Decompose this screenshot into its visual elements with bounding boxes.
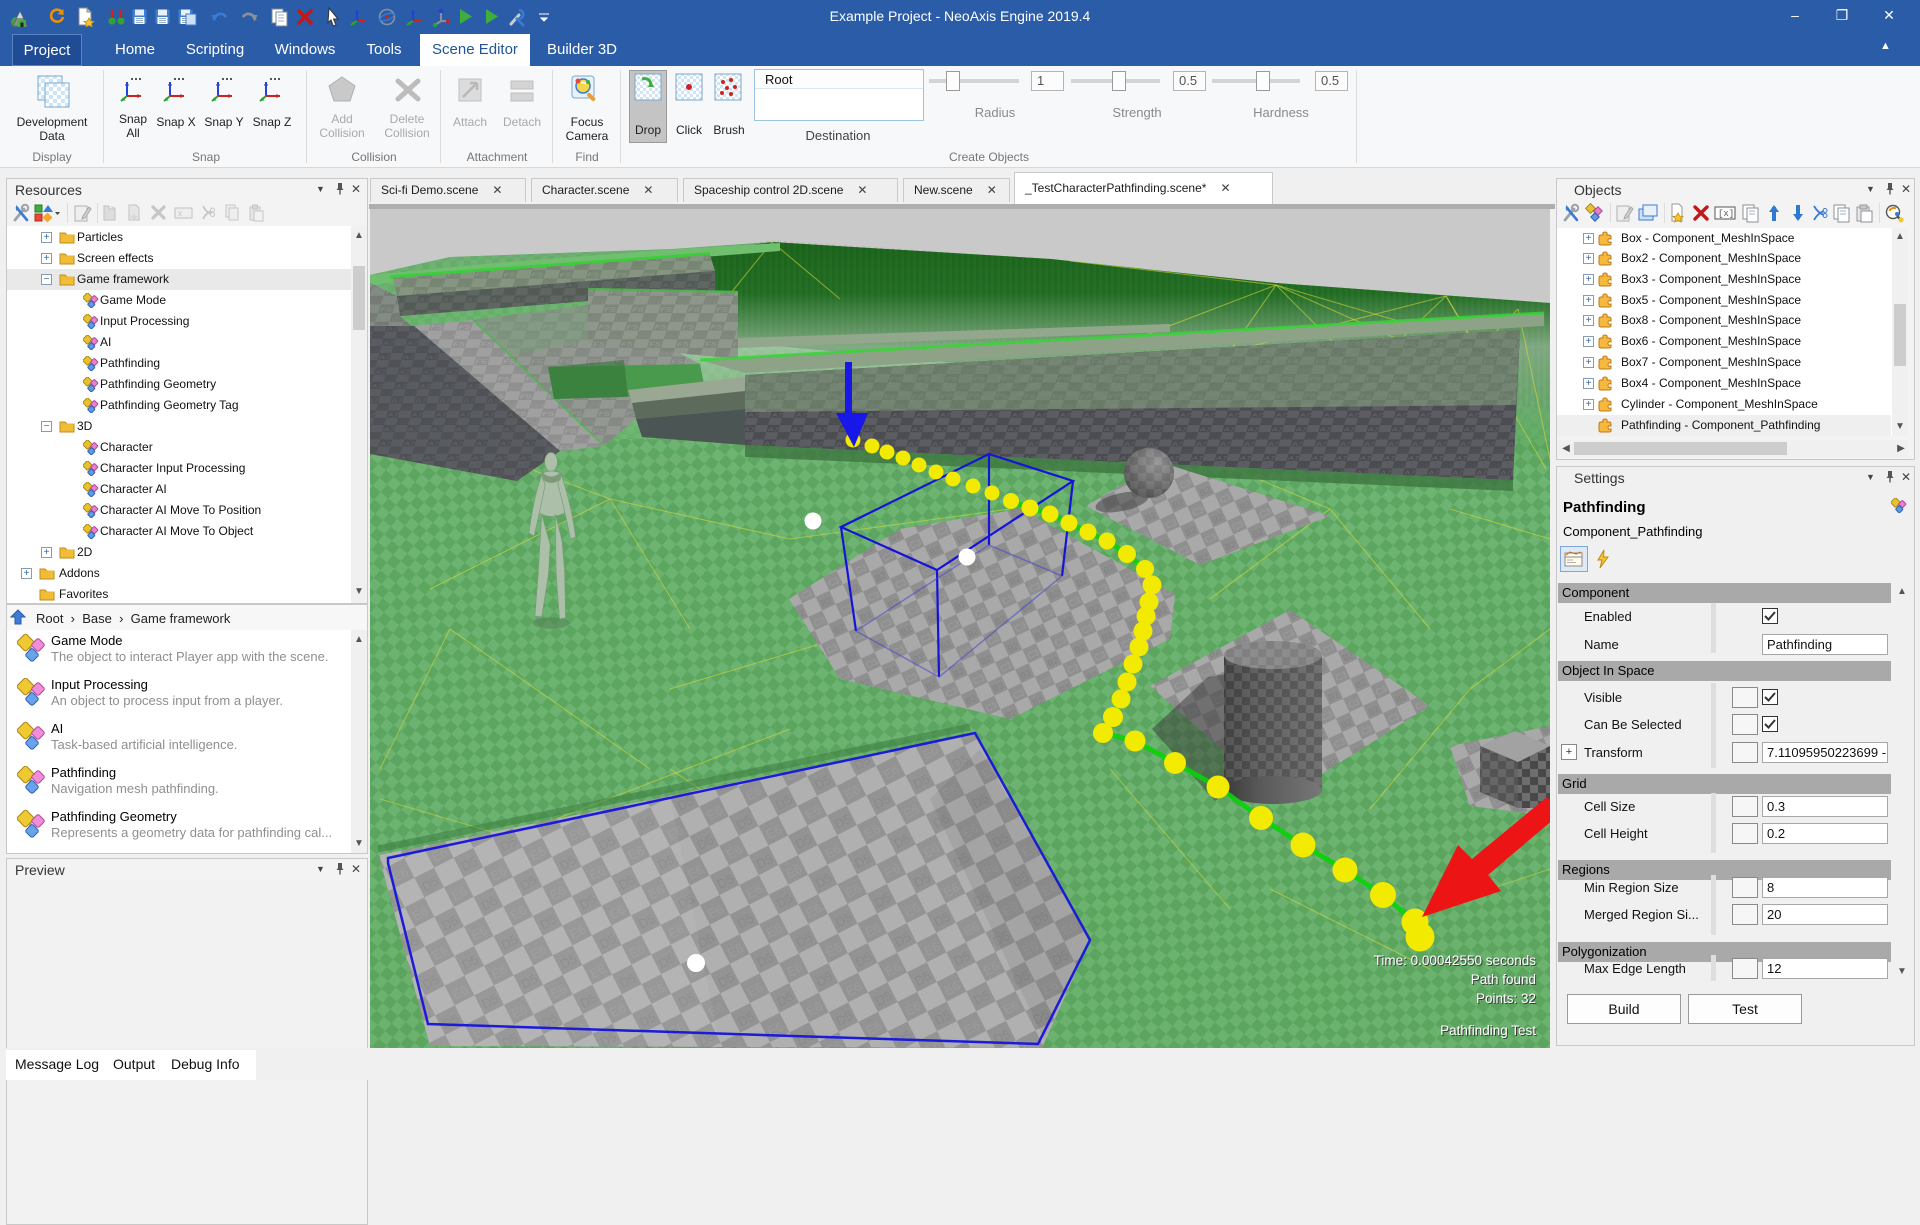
svg-text:Path found: Path found (1471, 972, 1536, 987)
svg-text:Time: 0.00042550 seconds: Time: 0.00042550 seconds (1374, 953, 1537, 968)
svg-text:Points: 32: Points: 32 (1476, 991, 1536, 1006)
svg-text:Pathfinding Test: Pathfinding Test (1440, 1023, 1536, 1038)
svg-text:x: x (178, 209, 182, 218)
